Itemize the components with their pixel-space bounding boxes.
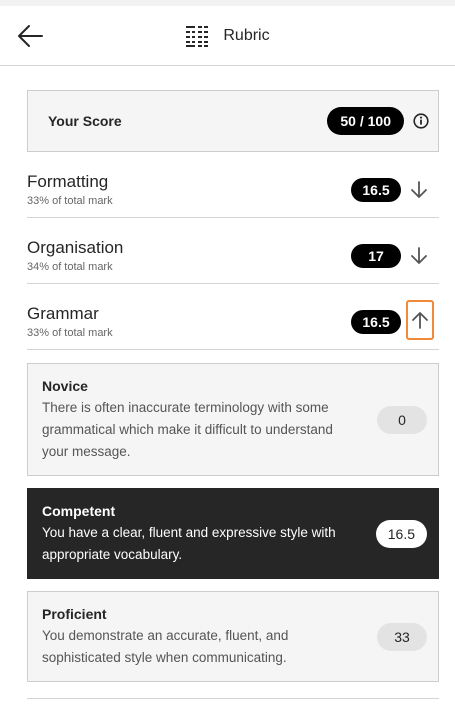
criterion-weight: 34% of total mark xyxy=(27,261,113,273)
arrow-up-icon xyxy=(412,312,428,329)
score-badge: 50 / 100 xyxy=(327,107,404,135)
score-label: Your Score xyxy=(48,113,122,129)
criterion-organisation[interactable]: Organisation 34% of total mark 17 xyxy=(27,218,439,284)
criterion-score-badge: 16.5 xyxy=(351,178,401,202)
level-title: Novice xyxy=(42,378,88,394)
bottom-divider xyxy=(27,698,439,699)
info-icon xyxy=(413,113,429,129)
level-proficient[interactable]: Proficient You demonstrate an accurate, … xyxy=(27,591,439,682)
level-description: You have a clear, fluent and expressive … xyxy=(42,525,336,562)
collapse-button[interactable] xyxy=(406,300,434,340)
criterion-name: Formatting xyxy=(27,172,109,191)
criterion-grammar[interactable]: Grammar 33% of total mark 16.5 xyxy=(27,284,439,350)
level-title: Proficient xyxy=(42,606,107,622)
criterion-weight: 33% of total mark xyxy=(27,195,113,207)
criterion-name: Organisation xyxy=(27,238,124,257)
your-score-box: Your Score 50 / 100 xyxy=(27,90,439,152)
level-points-badge: 0 xyxy=(377,405,427,434)
criterion-name: Grammar xyxy=(27,304,99,323)
level-title: Competent xyxy=(42,503,116,519)
info-button[interactable] xyxy=(412,112,430,130)
level-points-badge: 33 xyxy=(377,622,427,651)
arrow-down-icon xyxy=(411,247,427,264)
header-title-group: Rubric xyxy=(0,6,455,66)
criterion-formatting[interactable]: Formatting 33% of total mark 16.5 xyxy=(27,152,439,218)
level-points-badge: 16.5 xyxy=(375,519,427,548)
rubric-content: Your Score 50 / 100 Formatting 33% of to… xyxy=(27,90,439,699)
level-novice[interactable]: Novice There is often inaccurate termino… xyxy=(27,363,439,476)
level-competent[interactable]: Competent You have a clear, fluent and e… xyxy=(27,488,439,579)
expand-button[interactable] xyxy=(407,178,431,202)
page-title: Rubric xyxy=(223,27,270,44)
level-description: You demonstrate an accurate, fluent, and… xyxy=(42,628,289,665)
expand-button[interactable] xyxy=(407,244,431,268)
rubric-grid-icon xyxy=(186,26,209,47)
arrow-down-icon xyxy=(411,181,427,198)
level-description: There is often inaccurate terminology wi… xyxy=(42,400,333,459)
criterion-weight: 33% of total mark xyxy=(27,327,113,339)
criterion-score-badge: 16.5 xyxy=(351,310,401,334)
criterion-score-badge: 17 xyxy=(351,244,401,268)
header-bar: Rubric xyxy=(0,6,455,66)
